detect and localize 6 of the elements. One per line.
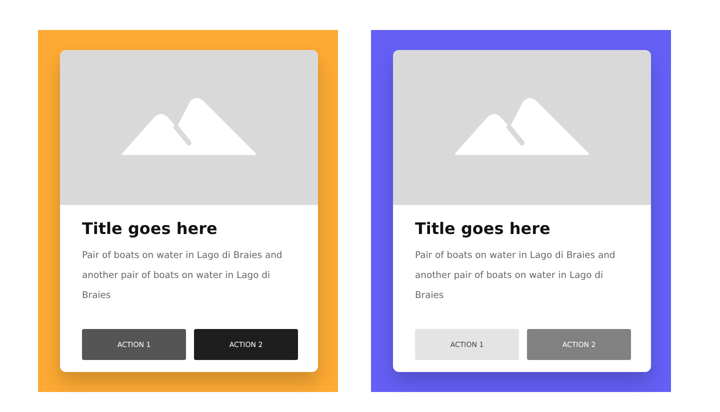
mountain-icon — [454, 96, 590, 156]
card-title: Title goes here — [415, 218, 552, 240]
mountain-icon — [121, 96, 257, 156]
card-description: Pair of boats on water in Lago di Braies and another pair of boats on water in Lago di Braies — [415, 249, 616, 303]
card-title: Title goes here — [82, 218, 218, 240]
card-description: Pair of boats on water in Lago di Braies and another pair of boats on water in Lago di Braies — [82, 249, 284, 303]
